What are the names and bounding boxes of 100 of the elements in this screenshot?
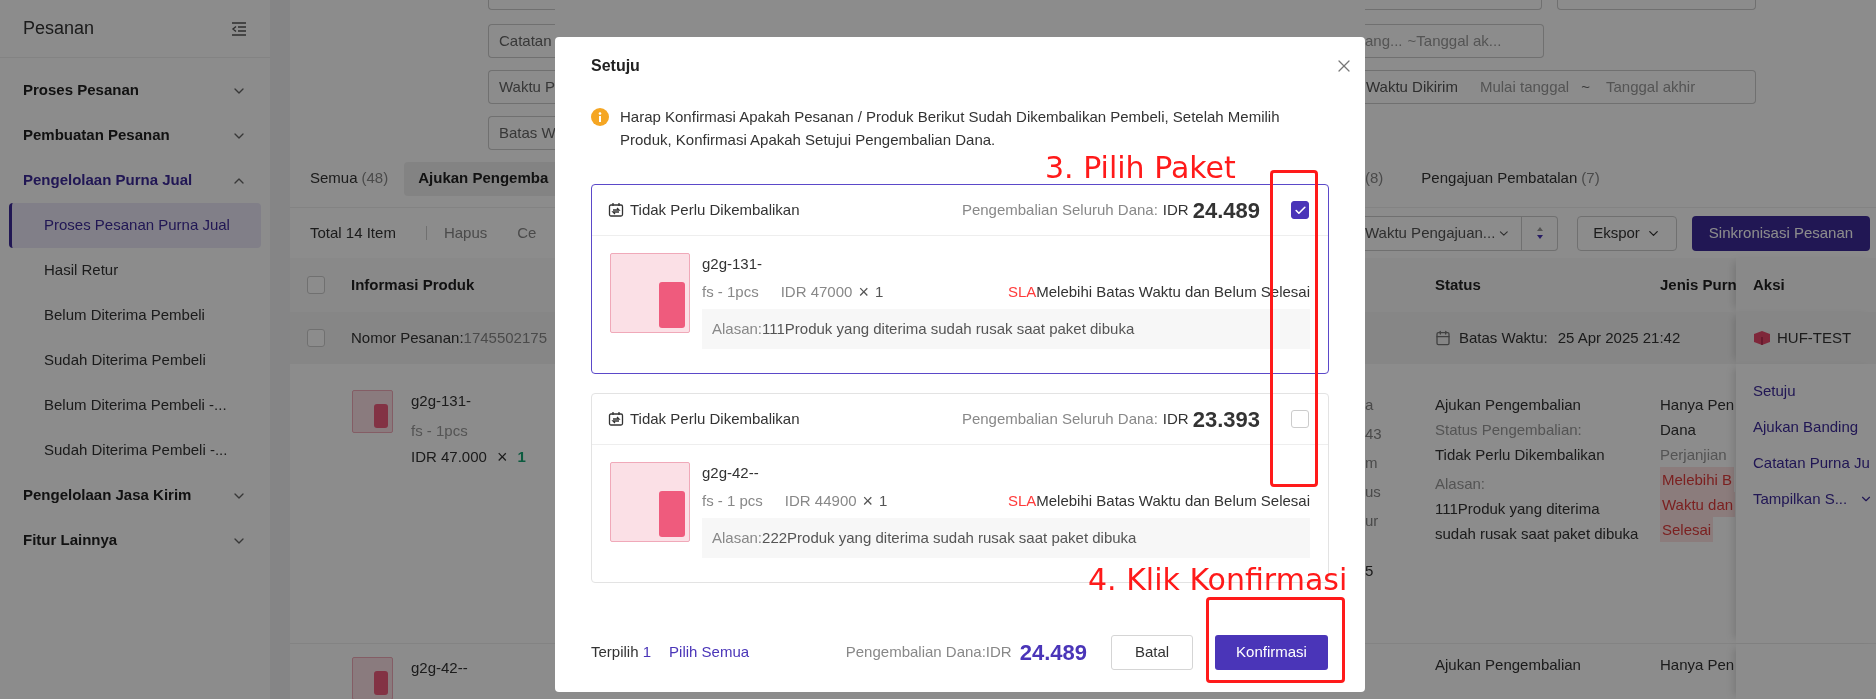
status-tab[interactable]: Pengajuan Pembatalan (7) bbox=[1421, 161, 1600, 196]
checkmark-icon bbox=[1293, 203, 1307, 217]
status-tab[interactable]: Semua (48) bbox=[310, 161, 389, 196]
action-link[interactable]: Ajukan Banding bbox=[1753, 414, 1876, 439]
store-icon bbox=[1753, 330, 1771, 346]
after-sales-type: Hanya Pen bbox=[1660, 656, 1735, 673]
total-refund-label: Pengembalian Dana:IDR bbox=[845, 642, 1012, 663]
product-variant: fs - 1 pcs bbox=[702, 491, 763, 511]
total-count: Total 14 Item bbox=[310, 222, 396, 243]
product-name: g2g-131- bbox=[702, 254, 764, 274]
return-type: Tidak Perlu Dikembalikan bbox=[630, 199, 800, 220]
return-status: Tidak Perlu Dikembalikan bbox=[1435, 445, 1606, 465]
sort-select[interactable]: Waktu Pengajuan... bbox=[1365, 215, 1522, 251]
refund-label: Pengembalian Seluruh Dana: bbox=[961, 199, 1158, 220]
reason-text: 111Produk yang diterima sudah rusak saat paket dibuka bbox=[1435, 499, 1640, 544]
sidebar-item[interactable]: Belum Diterima Pembeli -... bbox=[9, 383, 261, 428]
return-box-icon bbox=[608, 411, 624, 427]
product-name: g2g-42-- bbox=[702, 463, 760, 483]
action-link[interactable]: Tampilkan S... bbox=[1753, 486, 1876, 511]
product-quantity: 1 bbox=[517, 447, 526, 467]
action-link[interactable]: Catatan Purna Ju bbox=[1753, 450, 1876, 475]
agreement-label: Perjanjian bbox=[1660, 445, 1728, 465]
info-icon bbox=[591, 108, 609, 126]
column-header: Aksi bbox=[1753, 274, 1785, 295]
sidebar-item[interactable]: Proses Pesanan Purna Jual bbox=[9, 203, 261, 248]
filter-field[interactable] bbox=[1557, 0, 1756, 10]
sidebar-group[interactable]: Fitur Lainnya bbox=[0, 518, 270, 563]
return-type: Tidak Perlu Dikembalikan bbox=[630, 408, 800, 429]
refund-label: Pengembalian Seluruh Dana: bbox=[961, 408, 1158, 429]
sidebar-item[interactable]: Sudah Diterima Pembeli bbox=[9, 338, 261, 383]
package-checkbox[interactable] bbox=[1291, 201, 1309, 219]
toolbar-link[interactable]: Hapus bbox=[443, 221, 488, 245]
cancel-button[interactable]: Batal bbox=[1111, 635, 1193, 670]
column-header: Status bbox=[1435, 274, 1481, 295]
column-header: Informasi Produk bbox=[351, 274, 475, 295]
sidebar-group[interactable]: Pengelolaan Purna Jual bbox=[0, 158, 270, 203]
refund-amount: 24.489 bbox=[1192, 196, 1260, 225]
overdue-tag: Waktu dan bbox=[1660, 492, 1736, 517]
selected-count: Terpilih 1 bbox=[591, 642, 652, 663]
reason-box: Alasan:111Produk yang diterima sudah rusak saat paket dibuka bbox=[702, 309, 1310, 349]
select-all-checkbox[interactable] bbox=[307, 276, 325, 294]
table-cell-text: m bbox=[1365, 453, 1379, 473]
after-sales-type: Hanya Pen bbox=[1660, 395, 1736, 415]
sidebar-item[interactable]: Hasil Retur bbox=[9, 248, 261, 293]
sync-orders-button[interactable]: Sinkronisasi Pesanan bbox=[1692, 215, 1870, 251]
dialog-title: Setuju bbox=[591, 56, 640, 76]
sidebar-group[interactable]: Proses Pesanan bbox=[0, 68, 270, 113]
currency: IDR bbox=[1162, 408, 1189, 429]
collapse-menu-icon[interactable] bbox=[231, 21, 247, 36]
action-link[interactable]: Setuju bbox=[1753, 378, 1876, 403]
sort-arrows-icon bbox=[1535, 226, 1544, 240]
reason-box: Alasan:222Produk yang diterima sudah rusak saat paket dibuka bbox=[702, 518, 1310, 558]
deadline-label: Batas Waktu: bbox=[1459, 327, 1548, 348]
product-name: g2g-131- bbox=[411, 391, 473, 411]
sidebar-item[interactable]: Belum Diterima Pembeli bbox=[9, 293, 261, 338]
status-tab[interactable]: (8) bbox=[1365, 161, 1384, 196]
product-variant: fs - 1pcs bbox=[702, 282, 759, 302]
sidebar-group[interactable]: Pengelolaan Jasa Kirim bbox=[0, 473, 270, 518]
export-dropdown[interactable]: Ekspor bbox=[1577, 215, 1677, 251]
confirm-button[interactable]: Konfirmasi bbox=[1215, 635, 1328, 670]
sidebar-title: Pesanan bbox=[23, 17, 95, 40]
multiply-sign: × bbox=[858, 281, 869, 303]
product-quantity: 1 bbox=[874, 282, 884, 302]
date-range-field[interactable]: Waktu Dikirim Mulai tanggal ~ Tanggal akhir bbox=[1365, 70, 1756, 104]
product-thumbnail bbox=[352, 390, 393, 433]
filter-field[interactable] bbox=[488, 0, 555, 10]
sla-warning: SLAMelebihi Batas Waktu dan Belum Selesai bbox=[1007, 491, 1310, 511]
request-status: Ajukan Pengembalian bbox=[1435, 395, 1582, 415]
multiply-sign: × bbox=[862, 490, 874, 512]
product-quantity: 1 bbox=[879, 491, 888, 511]
product-variant: fs - 1pcs bbox=[411, 421, 469, 441]
product-name: g2g-42-- bbox=[411, 658, 468, 678]
product-price: IDR 44900 bbox=[784, 491, 857, 511]
sidebar-group[interactable]: Pembuatan Pesanan bbox=[0, 113, 270, 158]
column-header: Jenis Purn bbox=[1660, 274, 1736, 295]
product-thumbnail bbox=[352, 657, 393, 699]
reason-label: Alasan: bbox=[1435, 474, 1487, 494]
calendar-icon bbox=[1435, 330, 1451, 346]
multiply-sign: × bbox=[496, 446, 508, 468]
select-all-link[interactable]: Pilih Semua bbox=[669, 641, 750, 664]
status-tab[interactable]: Ajukan Pengemba bbox=[404, 161, 555, 196]
overdue-tag: Melebihi B bbox=[1660, 467, 1735, 492]
product-price: IDR 47.000 bbox=[411, 447, 487, 467]
table-cell-text: us bbox=[1365, 482, 1382, 502]
total-refund-amount: 24.489 bbox=[1019, 639, 1087, 667]
table-cell-text: 43 bbox=[1365, 424, 1383, 444]
after-sales-type: Dana bbox=[1660, 420, 1697, 440]
deadline-date: 25 Apr 2025 21:42 bbox=[1557, 327, 1681, 348]
product-price: IDR 47000 bbox=[780, 282, 853, 302]
currency: IDR bbox=[1162, 199, 1189, 220]
filter-field[interactable] bbox=[1365, 0, 1542, 10]
order-checkbox[interactable] bbox=[307, 329, 325, 347]
sort-order-button[interactable] bbox=[1522, 215, 1558, 251]
return-box-icon bbox=[608, 202, 624, 218]
sidebar-item[interactable]: Sudah Diterima Pembeli -... bbox=[9, 428, 261, 473]
toolbar-link[interactable]: Ce bbox=[517, 221, 537, 245]
annotation-text: 3. Pilih Paket bbox=[1045, 152, 1236, 184]
table-cell-text: a bbox=[1365, 395, 1375, 415]
store-name: HUF-TEST bbox=[1777, 327, 1852, 348]
table-cell-text: 5 bbox=[1365, 561, 1375, 581]
